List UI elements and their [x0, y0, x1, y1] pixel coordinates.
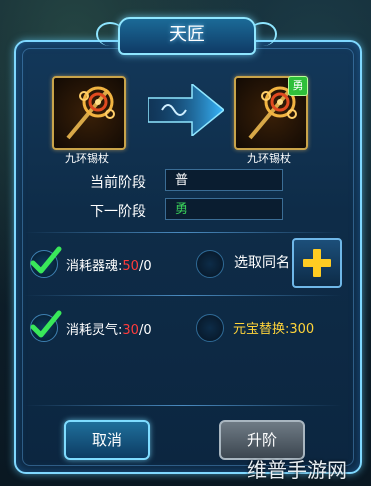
spirit-cost-label: 消耗灵气:	[66, 323, 123, 338]
spirit-cost-need: /0	[138, 323, 152, 338]
spirit-cost: 消耗灵气:30/0	[66, 319, 152, 338]
source-item-slot[interactable]	[52, 76, 126, 150]
soul-cost-need: /0	[138, 259, 152, 274]
soul-cost-label: 消耗器魂:	[66, 259, 123, 274]
current-stage-value: 普	[165, 169, 283, 191]
yuanbao-replace-checkbox[interactable]	[196, 314, 224, 342]
window-title: 天匠	[118, 17, 256, 55]
current-stage-label: 当前阶段	[90, 175, 146, 191]
divider	[24, 405, 342, 406]
divider	[24, 232, 342, 233]
spirit-cost-have: 30	[122, 323, 139, 338]
next-stage-value: 勇	[165, 198, 283, 220]
add-material-button[interactable]	[292, 238, 342, 288]
plus-icon	[303, 249, 331, 277]
stage-badge: 勇	[288, 76, 308, 96]
check-icon	[30, 310, 62, 338]
soul-cost: 消耗器魂:50/0	[66, 255, 152, 274]
check-icon	[30, 246, 62, 274]
yuanbao-replace-label: 元宝替换:300	[233, 322, 315, 337]
source-item-name: 九环锡杖	[65, 152, 109, 165]
spirit-cost-checkbox[interactable]	[30, 310, 62, 342]
staff-icon	[66, 86, 115, 140]
upgrade-arrow-icon	[148, 84, 224, 136]
next-stage-label: 下一阶段	[90, 204, 146, 220]
soul-cost-have: 50	[122, 259, 139, 274]
soul-cost-checkbox[interactable]	[30, 246, 62, 278]
target-item-slot[interactable]: 勇	[234, 76, 308, 150]
select-same-checkbox[interactable]	[196, 250, 224, 278]
watermark: 维普手游网	[247, 458, 347, 482]
target-item-name: 九环锡杖	[247, 152, 291, 165]
select-same-label: 选取同名	[234, 255, 290, 271]
divider	[24, 295, 342, 296]
cancel-button[interactable]: 取消	[64, 420, 150, 460]
